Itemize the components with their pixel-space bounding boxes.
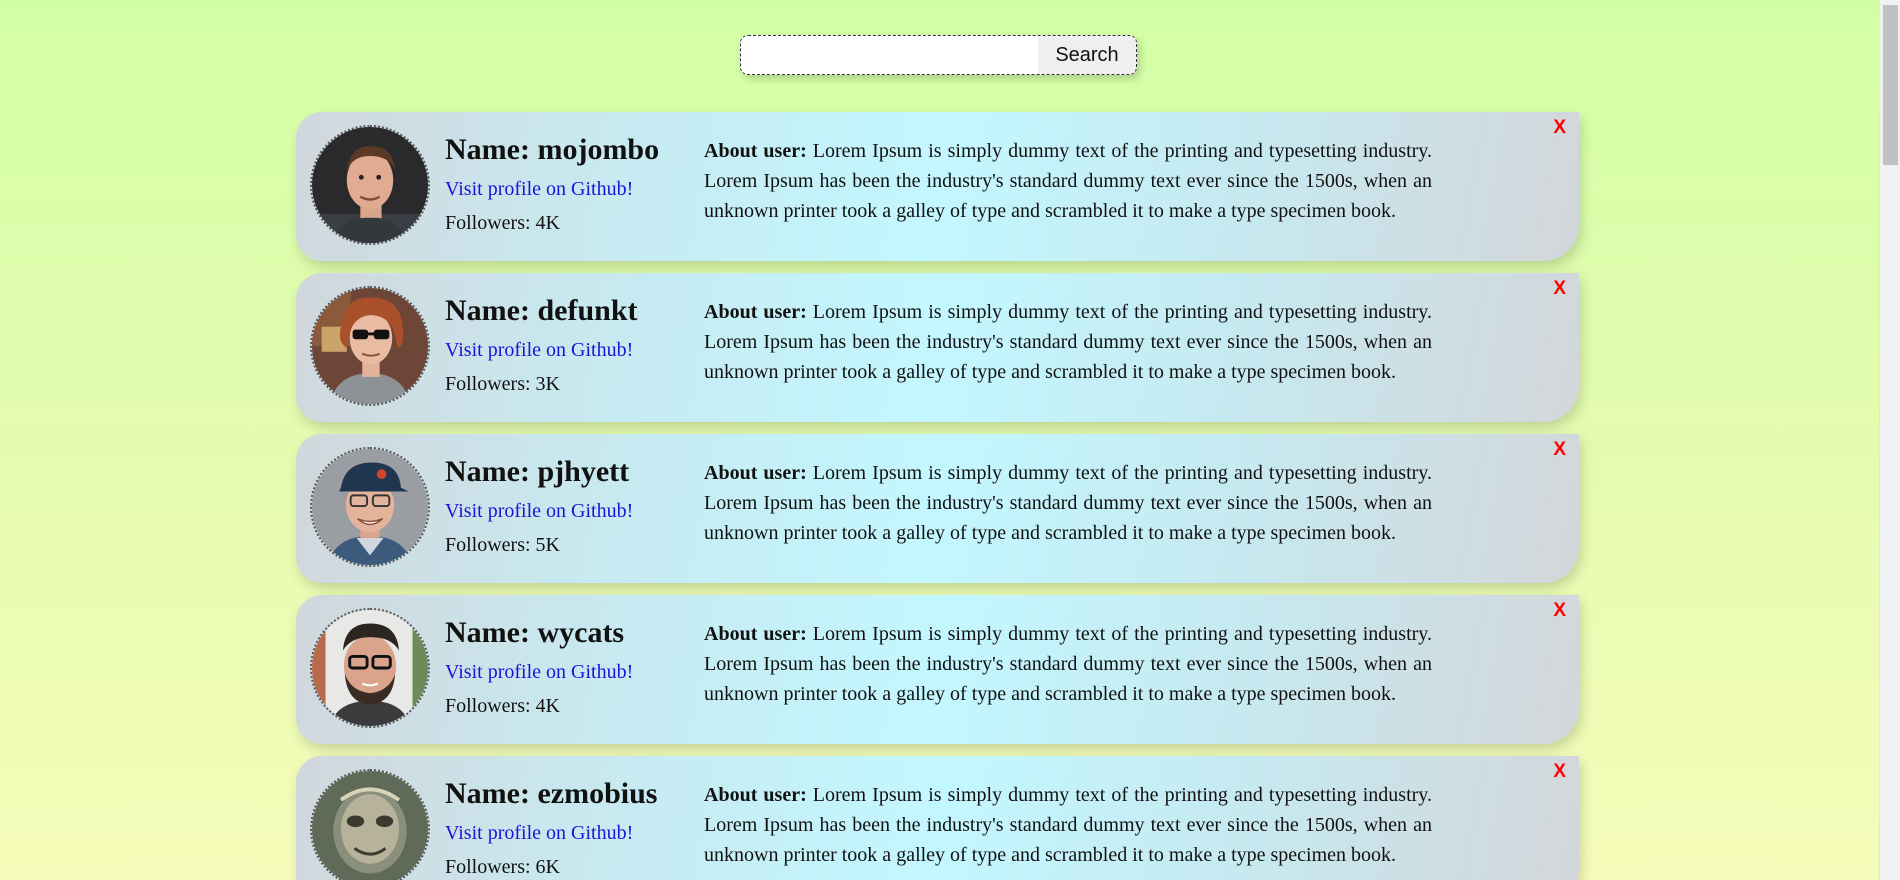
user-card: Name: ezmobius Visit profile on Github! … bbox=[296, 756, 1579, 880]
user-card: Name: wycats Visit profile on Github! Fo… bbox=[296, 595, 1579, 744]
followers-count: Followers: 4K bbox=[445, 695, 560, 717]
about-user: About user: Lorem Ipsum is simply dummy … bbox=[704, 136, 1432, 226]
followers-count: Followers: 5K bbox=[445, 534, 560, 556]
about-label: About user: bbox=[704, 784, 807, 806]
close-button[interactable]: X bbox=[1553, 600, 1566, 622]
about-text: Lorem Ipsum is simply dummy text of the … bbox=[704, 140, 1432, 222]
github-profile-link[interactable]: Visit profile on Github! bbox=[445, 821, 705, 845]
followers-count: Followers: 3K bbox=[445, 373, 560, 395]
avatar-portrait-icon bbox=[312, 610, 428, 726]
user-card: Name: pjhyett Visit profile on Github! F… bbox=[296, 434, 1579, 583]
github-profile-link[interactable]: Visit profile on Github! bbox=[445, 177, 705, 201]
user-card: Name: mojombo Visit profile on Github! F… bbox=[296, 112, 1579, 261]
about-label: About user: bbox=[704, 623, 807, 645]
followers-count: Followers: 4K bbox=[445, 212, 560, 234]
about-user: About user: Lorem Ipsum is simply dummy … bbox=[704, 619, 1432, 709]
about-text: Lorem Ipsum is simply dummy text of the … bbox=[704, 462, 1432, 544]
about-text: Lorem Ipsum is simply dummy text of the … bbox=[704, 301, 1432, 383]
close-button[interactable]: X bbox=[1553, 278, 1566, 300]
scrollbar-thumb[interactable] bbox=[1883, 5, 1898, 165]
about-text: Lorem Ipsum is simply dummy text of the … bbox=[704, 623, 1432, 705]
about-text: Lorem Ipsum is simply dummy text of the … bbox=[704, 784, 1432, 866]
search-button[interactable]: Search bbox=[1038, 36, 1136, 74]
close-button[interactable]: X bbox=[1553, 117, 1566, 139]
vertical-scrollbar[interactable] bbox=[1879, 0, 1900, 880]
about-user: About user: Lorem Ipsum is simply dummy … bbox=[704, 458, 1432, 548]
github-profile-link[interactable]: Visit profile on Github! bbox=[445, 660, 705, 684]
search-bar: Search bbox=[740, 35, 1137, 75]
about-label: About user: bbox=[704, 301, 807, 323]
user-name: Name: wycats bbox=[445, 616, 625, 649]
avatar bbox=[310, 769, 430, 880]
avatar bbox=[310, 125, 430, 245]
avatar bbox=[310, 608, 430, 728]
about-user: About user: Lorem Ipsum is simply dummy … bbox=[704, 780, 1432, 870]
close-button[interactable]: X bbox=[1553, 439, 1566, 461]
avatar bbox=[310, 447, 430, 567]
page: Search Name: mojombo Visit profile on Gi… bbox=[0, 0, 1879, 880]
search-input[interactable] bbox=[741, 36, 1038, 74]
user-name: Name: pjhyett bbox=[445, 455, 630, 488]
avatar-portrait-icon bbox=[312, 449, 428, 565]
avatar-portrait-icon bbox=[312, 288, 428, 404]
about-user: About user: Lorem Ipsum is simply dummy … bbox=[704, 297, 1432, 387]
user-name: Name: mojombo bbox=[445, 133, 660, 166]
github-profile-link[interactable]: Visit profile on Github! bbox=[445, 338, 705, 362]
github-profile-link[interactable]: Visit profile on Github! bbox=[445, 499, 705, 523]
followers-count: Followers: 6K bbox=[445, 856, 560, 878]
about-label: About user: bbox=[704, 462, 807, 484]
user-name: Name: defunkt bbox=[445, 294, 638, 327]
user-list: Name: mojombo Visit profile on Github! F… bbox=[296, 112, 1579, 880]
user-name: Name: ezmobius bbox=[445, 777, 658, 810]
user-card: Name: defunkt Visit profile on Github! F… bbox=[296, 273, 1579, 422]
avatar-portrait-icon bbox=[312, 127, 428, 243]
about-label: About user: bbox=[704, 140, 807, 162]
avatar bbox=[310, 286, 430, 406]
close-button[interactable]: X bbox=[1553, 761, 1566, 783]
avatar-portrait-icon bbox=[312, 771, 428, 880]
